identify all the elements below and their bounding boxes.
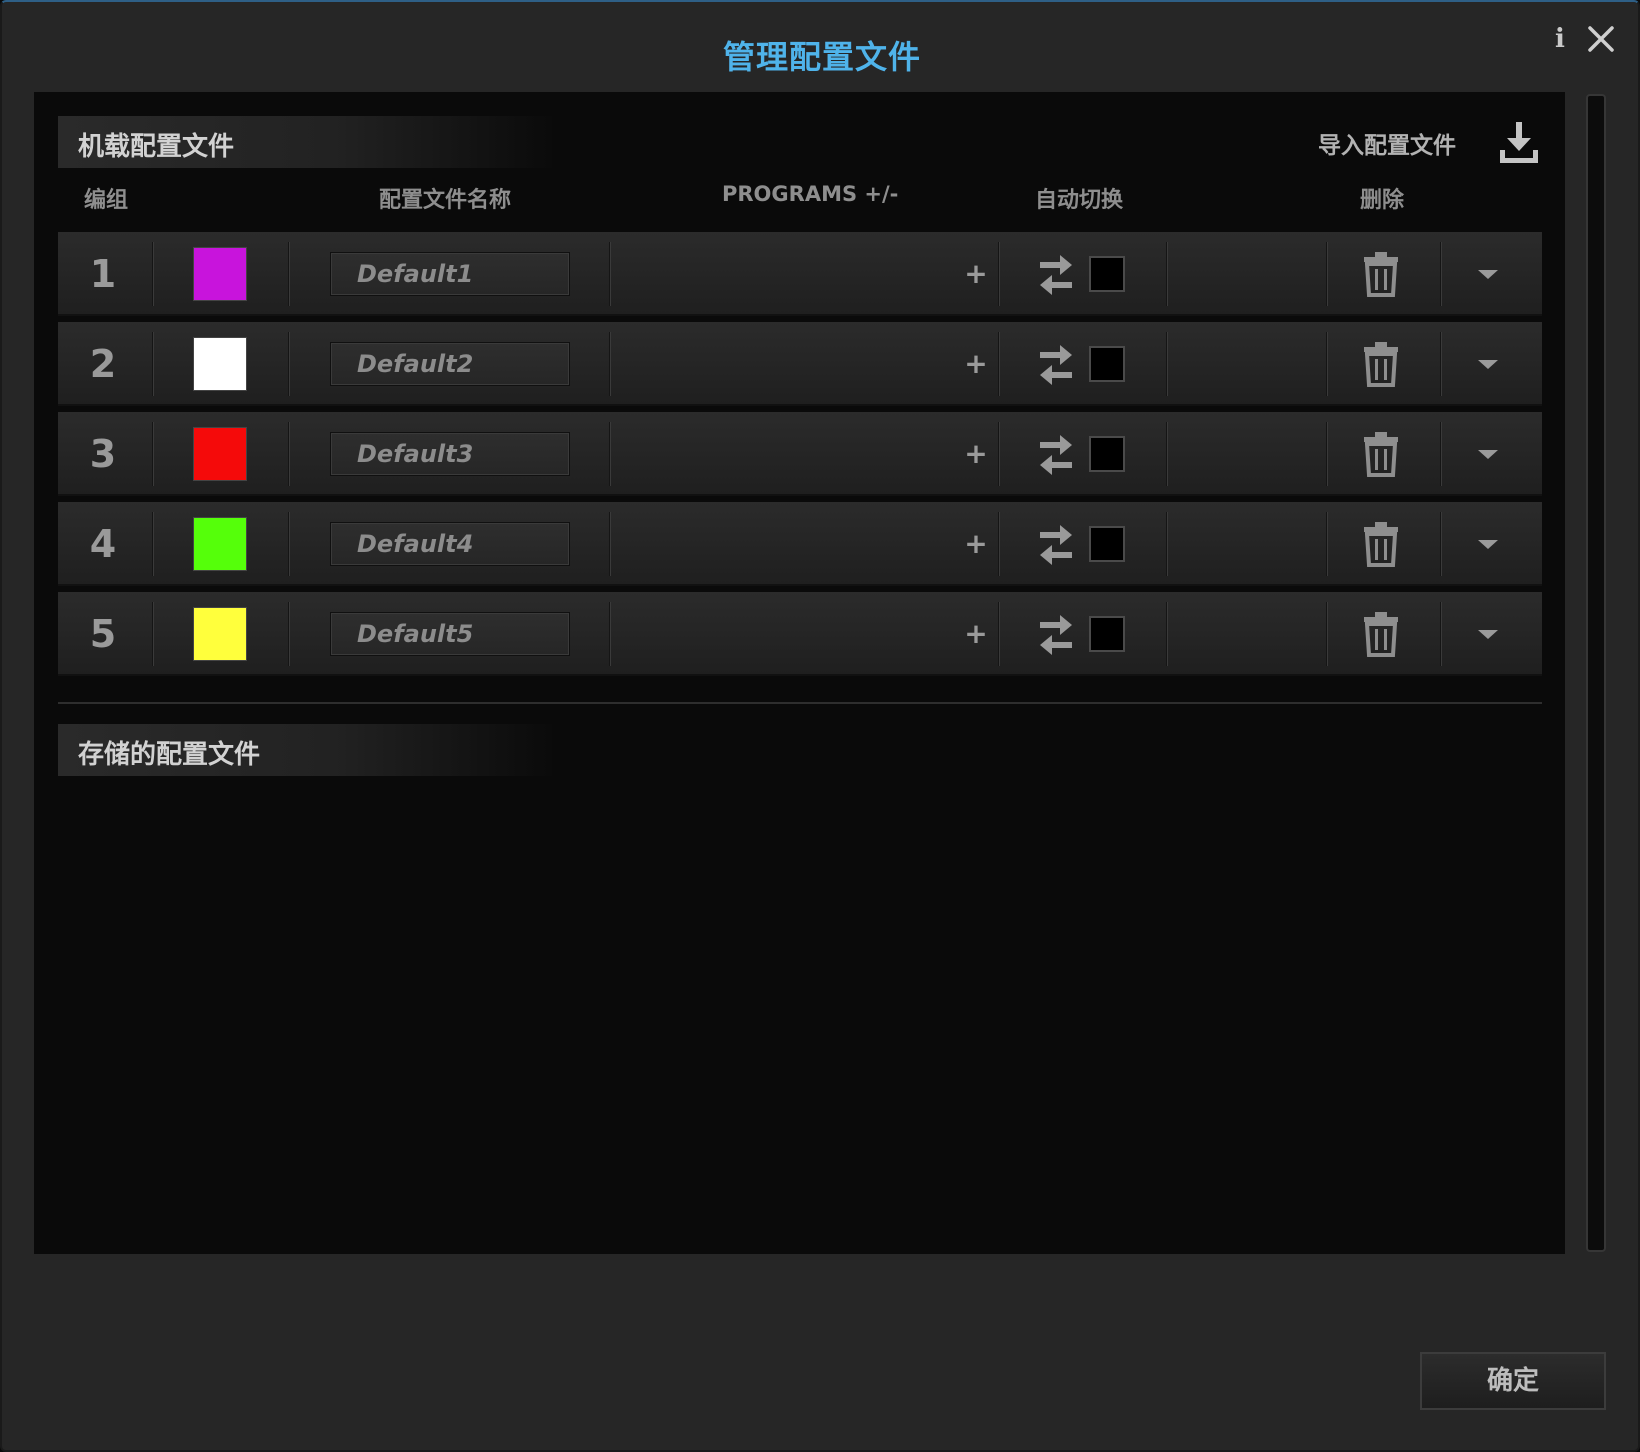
add-program-button[interactable]: + xyxy=(956,434,996,474)
profile-color-swatch[interactable] xyxy=(193,427,247,481)
info-icon[interactable]: i xyxy=(1548,22,1572,56)
profile-row: 4 Default4 + xyxy=(58,502,1542,586)
col-header-delete: 删除 xyxy=(1360,188,1405,213)
ok-button[interactable]: 确定 xyxy=(1420,1352,1606,1410)
manage-profiles-dialog: 管理配置文件 i 机载配置文件 导入配置文件 编组 配置文件名称 PROGRAM… xyxy=(0,0,1640,1452)
profile-row: 3 Default3 + xyxy=(58,412,1542,496)
auto-switch-icon xyxy=(1036,432,1076,478)
profile-name-field[interactable]: Default2 xyxy=(330,342,570,386)
profile-row: 5 Default5 + xyxy=(58,592,1542,676)
add-program-button[interactable]: + xyxy=(956,254,996,294)
stored-section-header: 存储的配置文件 xyxy=(58,724,558,776)
delete-trash-icon[interactable] xyxy=(1361,520,1401,568)
auto-switch-icon xyxy=(1036,252,1076,298)
auto-switch-checkbox[interactable] xyxy=(1089,346,1125,382)
profile-name-field[interactable]: Default1 xyxy=(330,252,570,296)
auto-switch-icon xyxy=(1036,612,1076,658)
delete-trash-icon[interactable] xyxy=(1361,610,1401,658)
profile-row: 1 Default1 + xyxy=(58,232,1542,316)
add-program-button[interactable]: + xyxy=(956,344,996,384)
chevron-down-icon[interactable] xyxy=(1468,344,1508,384)
profile-color-swatch[interactable] xyxy=(193,247,247,301)
chevron-down-icon[interactable] xyxy=(1468,254,1508,294)
profile-name-field[interactable]: Default3 xyxy=(330,432,570,476)
scrollbar[interactable] xyxy=(1586,94,1606,1252)
import-profile-link[interactable]: 导入配置文件 xyxy=(1318,126,1456,160)
profile-color-swatch[interactable] xyxy=(193,337,247,391)
delete-trash-icon[interactable] xyxy=(1361,250,1401,298)
chevron-down-icon[interactable] xyxy=(1468,434,1508,474)
profile-number: 1 xyxy=(89,252,117,296)
onboard-section-title: 机载配置文件 xyxy=(78,132,235,162)
delete-trash-icon[interactable] xyxy=(1361,340,1401,388)
auto-switch-icon xyxy=(1036,522,1076,568)
onboard-section-header: 机载配置文件 xyxy=(58,116,558,168)
close-icon[interactable] xyxy=(1582,20,1620,58)
profile-number: 2 xyxy=(89,342,117,386)
auto-switch-icon xyxy=(1036,342,1076,388)
profile-color-swatch[interactable] xyxy=(193,517,247,571)
col-header-programs: PROGRAMS +/- xyxy=(722,182,899,206)
add-program-button[interactable]: + xyxy=(956,524,996,564)
profile-number: 5 xyxy=(89,612,117,656)
add-program-button[interactable]: + xyxy=(956,614,996,654)
stored-section-title: 存储的配置文件 xyxy=(78,740,261,770)
section-divider xyxy=(58,702,1542,704)
col-header-auto-switch: 自动切换 xyxy=(1035,188,1124,213)
profile-row: 2 Default2 + xyxy=(58,322,1542,406)
profile-name-field[interactable]: Default4 xyxy=(330,522,570,566)
profile-color-swatch[interactable] xyxy=(193,607,247,661)
auto-switch-checkbox[interactable] xyxy=(1089,256,1125,292)
import-download-icon[interactable] xyxy=(1496,118,1542,166)
profile-number: 4 xyxy=(89,522,117,566)
col-header-group: 编组 xyxy=(84,188,129,213)
auto-switch-checkbox[interactable] xyxy=(1089,526,1125,562)
profile-name-field[interactable]: Default5 xyxy=(330,612,570,656)
delete-trash-icon[interactable] xyxy=(1361,430,1401,478)
chevron-down-icon[interactable] xyxy=(1468,524,1508,564)
dialog-title: 管理配置文件 xyxy=(722,38,921,76)
profile-number: 3 xyxy=(89,432,117,476)
auto-switch-checkbox[interactable] xyxy=(1089,616,1125,652)
col-header-name: 配置文件名称 xyxy=(379,188,512,213)
auto-switch-checkbox[interactable] xyxy=(1089,436,1125,472)
chevron-down-icon[interactable] xyxy=(1468,614,1508,654)
